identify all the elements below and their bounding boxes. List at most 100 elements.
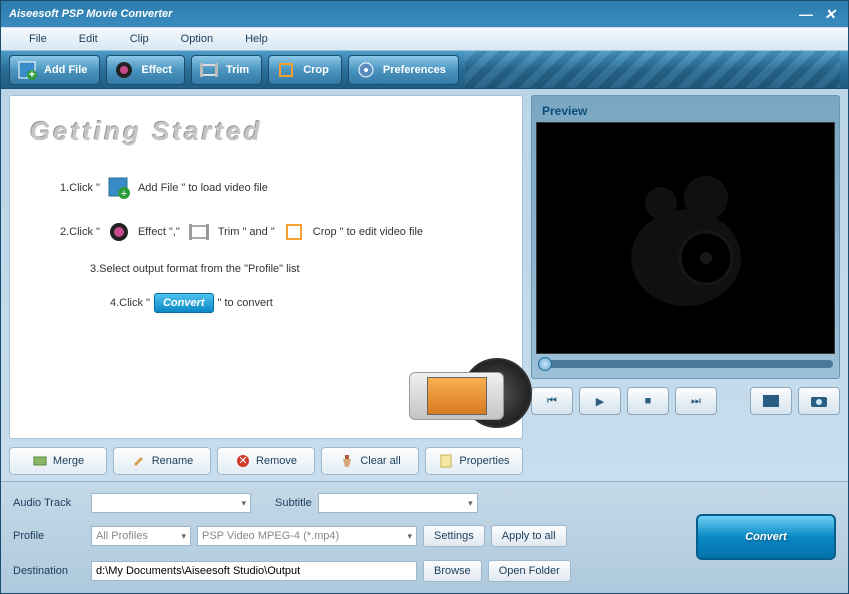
svg-text:+: + xyxy=(121,188,127,200)
destination-input[interactable]: d:\My Documents\Aiseesoft Studio\Output xyxy=(91,561,417,581)
snapshot-button[interactable] xyxy=(798,387,840,415)
step4-pre: 4.Click " xyxy=(110,297,150,309)
step1-pre: 1.Click " xyxy=(60,182,100,194)
right-panel: Preview ⏮ xyxy=(531,89,848,481)
rename-label: Rename xyxy=(152,455,194,467)
crop-button[interactable]: Crop xyxy=(268,55,342,85)
step4-post: " to convert xyxy=(218,297,273,309)
destination-value: d:\My Documents\Aiseesoft Studio\Output xyxy=(96,565,300,577)
step2-pre: 2.Click " xyxy=(60,226,100,238)
action-row: Merge Rename ✕ Remove Clear all Properti… xyxy=(9,447,523,475)
audio-track-label: Audio Track xyxy=(13,497,85,509)
seek-slider[interactable] xyxy=(538,360,833,368)
titlebar: Aiseesoft PSP Movie Converter — ✕ xyxy=(1,1,848,27)
step3-text: 3.Select output format from the "Profile… xyxy=(90,263,300,275)
app-window: Aiseesoft PSP Movie Converter — ✕ File E… xyxy=(0,0,849,594)
fullscreen-icon xyxy=(763,395,779,407)
add-file-button[interactable]: + Add File xyxy=(9,55,100,85)
properties-button[interactable]: Properties xyxy=(425,447,523,475)
preview-container: Preview xyxy=(531,95,840,379)
gear-icon xyxy=(355,59,377,81)
toolbar-decoration xyxy=(465,51,840,88)
svg-text:✕: ✕ xyxy=(238,455,247,467)
profile-category-value: All Profiles xyxy=(96,530,148,542)
menu-file[interactable]: File xyxy=(13,33,63,45)
next-button[interactable]: ⏭ xyxy=(675,387,717,415)
step2-crop: Crop " to edit video file xyxy=(313,226,423,238)
minimize-button[interactable]: — xyxy=(796,6,816,22)
add-file-label: Add File xyxy=(44,64,87,76)
content-area: Getting Started 1.Click " + Add File " t… xyxy=(1,89,848,481)
transport-controls: ⏮ ▶ ■ ⏭ xyxy=(531,387,840,415)
psp-device-image xyxy=(409,372,504,420)
audio-track-select[interactable] xyxy=(91,493,251,513)
clear-all-button[interactable]: Clear all xyxy=(321,447,419,475)
window-title: Aiseesoft PSP Movie Converter xyxy=(9,8,172,20)
apply-to-all-button[interactable]: Apply to all xyxy=(491,525,567,547)
menu-help[interactable]: Help xyxy=(229,33,284,45)
convert-button[interactable]: Convert xyxy=(696,514,836,560)
play-button[interactable]: ▶ xyxy=(579,387,621,415)
effect-icon xyxy=(113,59,135,81)
remove-label: Remove xyxy=(256,455,297,467)
close-button[interactable]: ✕ xyxy=(820,6,840,22)
merge-button[interactable]: Merge xyxy=(9,447,107,475)
subtitle-select[interactable] xyxy=(318,493,478,513)
rename-button[interactable]: Rename xyxy=(113,447,211,475)
svg-text:+: + xyxy=(29,69,35,80)
logo-watermark-icon xyxy=(606,158,766,318)
fullscreen-button[interactable] xyxy=(750,387,792,415)
settings-form: Audio Track Subtitle Profile All Profile… xyxy=(13,492,571,583)
effect-button[interactable]: Effect xyxy=(106,55,185,85)
merge-icon xyxy=(32,453,48,469)
play-icon: ▶ xyxy=(596,395,604,408)
clear-all-label: Clear all xyxy=(360,455,400,467)
remove-button[interactable]: ✕ Remove xyxy=(217,447,315,475)
crop-icon xyxy=(281,219,307,245)
profile-format-select[interactable]: PSP Video MPEG-4 (*.mp4) xyxy=(197,526,417,546)
convert-badge-icon: Convert xyxy=(154,293,214,313)
skip-forward-icon: ⏭ xyxy=(691,395,701,408)
step-3: 3.Select output format from the "Profile… xyxy=(90,263,502,275)
preferences-button[interactable]: Preferences xyxy=(348,55,459,85)
browse-button[interactable]: Browse xyxy=(423,560,482,582)
trim-icon xyxy=(198,59,220,81)
convert-label: Convert xyxy=(745,531,787,543)
stop-button[interactable]: ■ xyxy=(627,387,669,415)
trim-label: Trim xyxy=(226,64,249,76)
open-folder-button[interactable]: Open Folder xyxy=(488,560,571,582)
camera-icon xyxy=(811,395,827,407)
crop-label: Crop xyxy=(303,64,329,76)
step1-text: Add File " to load video file xyxy=(138,182,268,194)
menu-edit[interactable]: Edit xyxy=(63,33,114,45)
preview-label: Preview xyxy=(536,100,835,122)
film-add-icon: + xyxy=(106,175,132,201)
trim-icon xyxy=(186,219,212,245)
step-1: 1.Click " + Add File " to load video fil… xyxy=(60,175,502,201)
prev-button[interactable]: ⏮ xyxy=(531,387,573,415)
step2-effect: Effect "," xyxy=(138,226,180,238)
menu-option[interactable]: Option xyxy=(165,33,229,45)
properties-icon xyxy=(438,453,454,469)
menubar: File Edit Clip Option Help xyxy=(1,27,848,51)
clear-icon xyxy=(339,453,355,469)
profile-label: Profile xyxy=(13,530,85,542)
rename-icon xyxy=(131,453,147,469)
profile-format-value: PSP Video MPEG-4 (*.mp4) xyxy=(202,530,339,542)
menu-clip[interactable]: Clip xyxy=(114,33,165,45)
settings-button[interactable]: Settings xyxy=(423,525,485,547)
film-add-icon: + xyxy=(16,59,38,81)
getting-started-title: Getting Started xyxy=(30,116,502,147)
toolbar: + Add File Effect Trim Crop Pre xyxy=(1,51,848,89)
trim-button[interactable]: Trim xyxy=(191,55,262,85)
merge-label: Merge xyxy=(53,455,84,467)
seek-thumb[interactable] xyxy=(538,357,552,371)
subtitle-label: Subtitle xyxy=(275,497,312,509)
effect-label: Effect xyxy=(141,64,172,76)
step-2: 2.Click " Effect "," Trim " and " Crop "… xyxy=(60,219,502,245)
profile-category-select[interactable]: All Profiles xyxy=(91,526,191,546)
crop-icon xyxy=(275,59,297,81)
left-panel: Getting Started 1.Click " + Add File " t… xyxy=(1,89,531,481)
bottom-panel: Audio Track Subtitle Profile All Profile… xyxy=(1,481,848,593)
destination-label: Destination xyxy=(13,565,85,577)
